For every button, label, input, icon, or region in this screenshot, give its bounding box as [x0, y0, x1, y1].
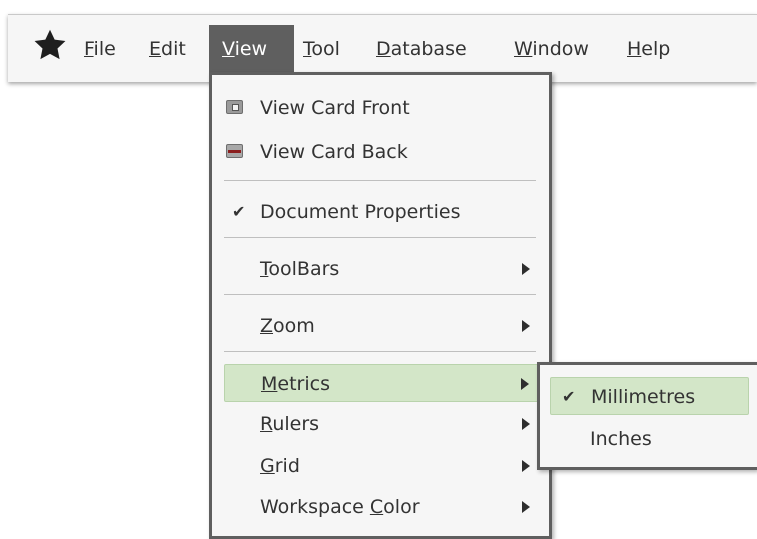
- submenu-item-millimetres[interactable]: ✔ Millimetres: [550, 377, 749, 415]
- menu-edit[interactable]: Edit: [149, 15, 186, 83]
- menu-database-label: atabase: [390, 38, 467, 60]
- star-icon[interactable]: [32, 27, 68, 63]
- menu-item-view-card-back[interactable]: View Card Back: [224, 133, 540, 171]
- menu-database-accesskey: D: [376, 38, 391, 60]
- check-icon: ✔: [232, 202, 246, 221]
- submenu-arrow-icon: [522, 263, 530, 275]
- menu-item-label: Rulers: [260, 413, 320, 435]
- menu-item-label: ToolBars: [260, 258, 340, 280]
- menu-item-grid[interactable]: Grid: [224, 447, 540, 485]
- metrics-submenu: ✔ Millimetres Inches: [537, 362, 757, 470]
- submenu-item-label: Inches: [590, 428, 652, 450]
- card-back-icon: [226, 144, 243, 158]
- menu-separator: [224, 294, 536, 295]
- window-top-edge: [0, 0, 757, 14]
- submenu-arrow-icon: [522, 418, 530, 430]
- menu-separator: [224, 237, 536, 238]
- menu-view-label: iew: [234, 38, 268, 60]
- menu-item-toolbars[interactable]: ToolBars: [224, 250, 540, 288]
- menu-item-label: Metrics: [261, 373, 330, 395]
- menu-item-label: View Card Back: [260, 141, 408, 163]
- submenu-arrow-icon: [522, 320, 530, 332]
- menu-item-label: Workspace Color: [260, 496, 420, 518]
- menu-item-rulers[interactable]: Rulers: [224, 405, 540, 443]
- menu-window-accesskey: W: [514, 38, 533, 60]
- menu-item-label: Grid: [260, 455, 300, 477]
- submenu-item-label: Millimetres: [591, 386, 696, 408]
- menu-help-label: elp: [641, 38, 671, 60]
- menu-item-label: Document Properties: [260, 201, 461, 223]
- menu-item-zoom[interactable]: Zoom: [224, 307, 540, 345]
- menu-item-document-properties[interactable]: ✔ Document Properties: [224, 193, 540, 231]
- menu-edit-label: dit: [161, 38, 186, 60]
- menu-edit-accesskey: E: [149, 38, 162, 60]
- submenu-arrow-icon: [522, 501, 530, 513]
- menu-item-metrics[interactable]: Metrics: [224, 364, 540, 402]
- card-front-icon: [226, 100, 243, 114]
- menu-help[interactable]: Help: [627, 15, 670, 83]
- menu-item-workspace-color[interactable]: Workspace Color: [224, 488, 540, 526]
- menu-window-label: indow: [532, 38, 589, 60]
- submenu-item-inches[interactable]: Inches: [550, 420, 749, 458]
- menu-help-accesskey: H: [627, 38, 642, 60]
- menu-view-accesskey: V: [222, 38, 235, 60]
- submenu-arrow-icon: [522, 460, 530, 472]
- view-menu-dropdown: View Card Front View Card Back ✔ Documen…: [209, 72, 552, 539]
- menu-item-view-card-front[interactable]: View Card Front: [224, 89, 540, 127]
- submenu-arrow-icon: [521, 378, 529, 390]
- menu-file-accesskey: F: [84, 38, 94, 60]
- menu-item-label: Zoom: [260, 315, 315, 337]
- menu-tool-label: ool: [311, 38, 340, 60]
- menu-item-label: View Card Front: [260, 97, 410, 119]
- menu-separator: [224, 180, 536, 181]
- menu-file-label: ile: [93, 38, 116, 60]
- check-icon: ✔: [562, 387, 576, 406]
- menu-separator: [224, 351, 536, 352]
- menu-file[interactable]: File: [84, 15, 116, 83]
